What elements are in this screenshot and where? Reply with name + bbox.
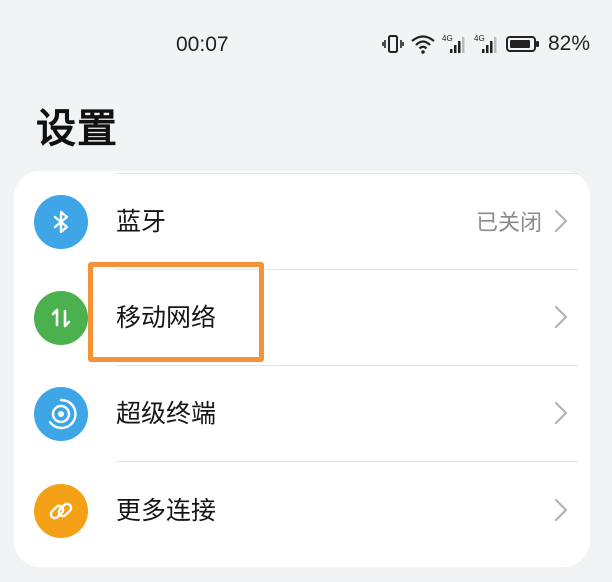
status-bar: 00:07 4G 4G 82% xyxy=(0,0,612,90)
connectivity-settings-card: 蓝牙 已关闭 移动网络 超级终端 更多连接 xyxy=(14,171,590,567)
signal2-network-label: 4G xyxy=(474,34,485,43)
mobile-data-icon xyxy=(34,291,88,345)
battery-icon xyxy=(505,34,540,54)
settings-item-mobile-network[interactable]: 移动网络 xyxy=(14,270,590,366)
chevron-right-icon xyxy=(554,305,568,333)
vibrate-icon xyxy=(382,34,404,54)
chevron-right-icon xyxy=(554,209,568,237)
settings-item-more-connections[interactable]: 更多连接 xyxy=(14,463,590,559)
bluetooth-icon xyxy=(34,195,88,249)
settings-item-label: 超级终端 xyxy=(116,399,217,428)
settings-item-bluetooth[interactable]: 蓝牙 已关闭 xyxy=(14,174,590,270)
chevron-right-icon xyxy=(554,401,568,429)
settings-item-label: 蓝牙 xyxy=(116,207,167,236)
cellular-signal-icon: 4G xyxy=(442,33,468,55)
settings-item-super-device[interactable]: 超级终端 xyxy=(14,366,590,462)
wifi-icon xyxy=(410,34,436,54)
link-icon xyxy=(34,484,88,538)
status-time: 00:07 xyxy=(176,33,229,56)
chevron-right-icon xyxy=(554,498,568,526)
status-icons: 4G 4G 82% xyxy=(382,32,590,56)
settings-item-label: 移动网络 xyxy=(116,303,217,332)
signal1-network-label: 4G xyxy=(442,34,453,43)
super-device-icon xyxy=(34,387,88,441)
settings-item-status: 已关闭 xyxy=(475,211,542,236)
cellular-signal-icon: 4G xyxy=(474,33,500,55)
page-title: 设置 xyxy=(36,106,118,152)
settings-item-label: 更多连接 xyxy=(116,496,217,525)
battery-percent: 82% xyxy=(547,32,590,55)
divider xyxy=(116,461,578,462)
